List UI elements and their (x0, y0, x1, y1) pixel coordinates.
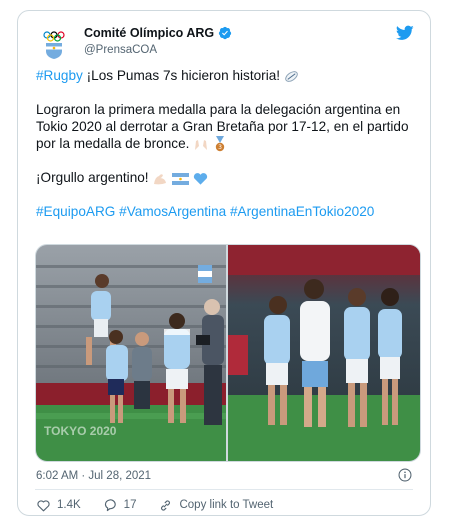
tweet-line-1: #Rugby ¡Los Pumas 7s hicieron historia! (36, 67, 420, 84)
svg-text:3: 3 (218, 145, 222, 152)
verified-badge-icon (218, 26, 232, 40)
info-icon[interactable] (398, 468, 412, 482)
hashtag-rugby[interactable]: #Rugby (36, 68, 83, 83)
reply-bubble-icon (104, 498, 116, 511)
author-name-row[interactable]: Comité Olímpico ARG (84, 26, 232, 40)
tweet-hashtags: #EquipoARG #VamosArgentina #ArgentinaEnT… (36, 203, 420, 220)
reply-count: 17 (123, 499, 137, 511)
avatar[interactable] (36, 25, 72, 61)
copy-link-button[interactable]: Copy link to Tweet (158, 498, 273, 513)
copy-link-label: Copy link to Tweet (179, 499, 274, 511)
hashtag-vamosargentina[interactable]: #VamosArgentina (119, 204, 226, 219)
tweet-timestamp[interactable]: 6:02 AM · Jul 28, 2021 (36, 470, 151, 482)
argentina-flag-icon (172, 172, 190, 185)
media-photo-right[interactable] (228, 245, 420, 461)
like-button[interactable]: 1.4K (36, 498, 81, 513)
bronze-medal-icon: 3 (215, 136, 225, 152)
blue-heart-icon (193, 172, 208, 185)
link-icon (161, 499, 171, 511)
tweet-media[interactable]: TOKYO 2020 (35, 244, 421, 462)
rugby-embrace-photo (228, 245, 420, 461)
raising-hands-icon (195, 140, 208, 151)
heart-icon (37, 499, 50, 511)
tweet-paragraph-2: Lograron la primera medalla para la dele… (36, 101, 420, 152)
tweet-card[interactable]: Comité Olímpico ARG @PrensaCOA #Rugby ¡L… (17, 10, 431, 516)
rugby-ball-icon (285, 71, 298, 82)
hashtag-argentinaentokio2020[interactable]: #ArgentinaEnTokio2020 (230, 204, 374, 219)
rugby-celebration-photo: TOKYO 2020 (36, 245, 226, 461)
tweet-line-1-text: ¡Los Pumas 7s hicieron historia! (82, 68, 281, 83)
svg-text:TOKYO 2020: TOKYO 2020 (44, 424, 117, 438)
tweet-paragraph-3: ¡Orgullo argentino! (36, 169, 420, 186)
author-handle[interactable]: @PrensaCOA (84, 44, 157, 56)
tweet-header: Comité Olímpico ARG @PrensaCOA (36, 23, 414, 63)
tweet-actions: 1.4K 17 Copy link to Tweet (36, 495, 295, 515)
twitter-bird-icon[interactable] (396, 25, 414, 41)
flexed-biceps-icon (154, 174, 167, 185)
media-photo-left[interactable]: TOKYO 2020 (36, 245, 226, 461)
like-count: 1.4K (57, 499, 81, 511)
divider (35, 489, 413, 490)
reply-button[interactable]: 17 (103, 498, 137, 513)
tweet-text: #Rugby ¡Los Pumas 7s hicieron historia! … (36, 67, 420, 237)
coa-logo-icon (36, 25, 72, 61)
author-name[interactable]: Comité Olímpico ARG (84, 26, 214, 40)
tweet-paragraph-3-text: ¡Orgullo argentino! (36, 170, 149, 186)
hashtag-equipoarg[interactable]: #EquipoARG (36, 204, 115, 219)
